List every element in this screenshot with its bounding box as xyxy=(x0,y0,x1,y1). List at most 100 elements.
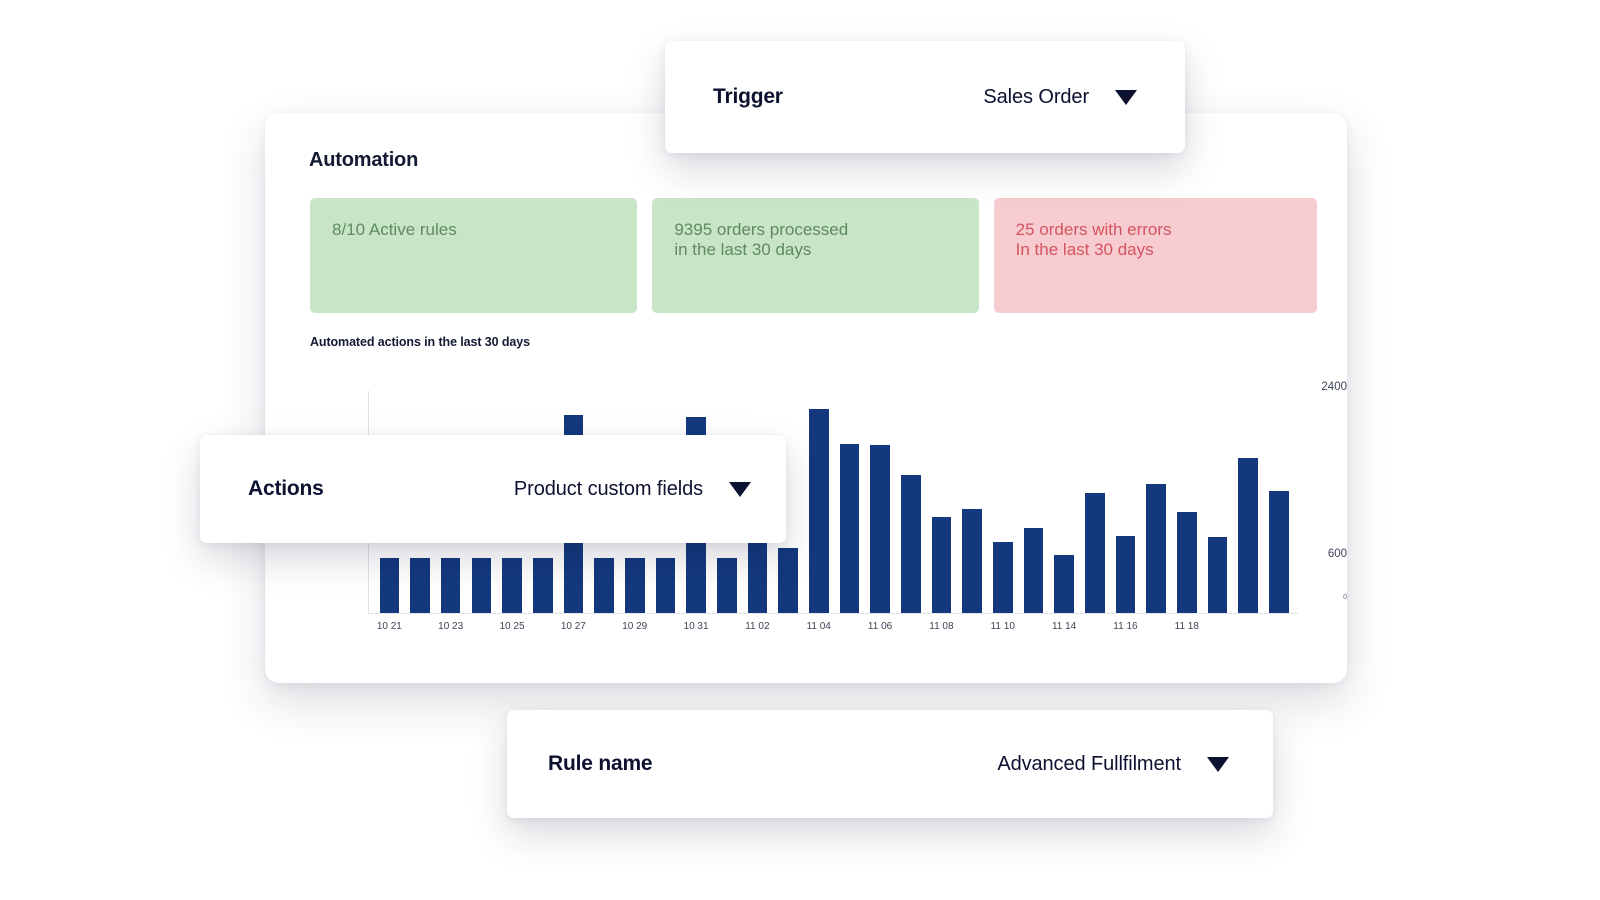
x-axis-tick-slot: 10 21 xyxy=(374,621,405,637)
bar xyxy=(655,558,676,613)
x-axis-tick-slot: 10 25 xyxy=(497,621,528,637)
x-axis-tick-slot xyxy=(1079,621,1110,637)
x-axis-tick-slot xyxy=(589,621,620,637)
bar-slot xyxy=(1263,391,1294,613)
y-axis-tick-0: 0 xyxy=(1343,594,1347,601)
x-axis-tick-label: 11 06 xyxy=(867,621,893,632)
x-axis-tick-slot xyxy=(1141,621,1172,637)
bar xyxy=(716,558,737,613)
automation-panel: Automation 8/10 Active rules 9395 orders… xyxy=(265,113,1347,683)
bar-slot xyxy=(1110,391,1141,613)
x-axis-tick-label: 11 04 xyxy=(806,621,831,632)
bar xyxy=(992,542,1013,613)
chevron-down-icon[interactable] xyxy=(1207,756,1229,772)
x-axis-tick-slot xyxy=(834,621,865,637)
bar xyxy=(1269,490,1289,613)
actions-select-card[interactable]: Actions Product custom fields xyxy=(200,435,786,543)
x-axis-tick-label: 11 18 xyxy=(1174,621,1199,632)
trigger-value-group[interactable]: Sales Order xyxy=(983,86,1137,109)
x-axis-tick-label: 10 21 xyxy=(376,621,402,632)
trigger-label: Trigger xyxy=(713,85,783,108)
x-axis-tick-slot: 11 10 xyxy=(987,621,1018,637)
bar xyxy=(440,557,461,613)
x-axis-tick-label: 10 31 xyxy=(683,621,709,632)
x-axis-tick-slot xyxy=(1263,621,1294,637)
screen-root: Automation 8/10 Active rules 9395 orders… xyxy=(0,0,1600,900)
actions-value-group[interactable]: Product custom fields xyxy=(514,478,751,501)
bar xyxy=(471,558,492,613)
rule-name-select-card[interactable]: Rule name Advanced Fullfilment xyxy=(507,710,1273,818)
x-axis-tick-label: 10 23 xyxy=(438,621,464,632)
bar xyxy=(778,548,798,613)
bar-slot xyxy=(1141,391,1172,613)
bar-slot xyxy=(803,391,834,613)
chart-caption: Automated actions in the last 30 days xyxy=(310,335,530,349)
bar xyxy=(1176,512,1197,613)
x-axis-tick-slot: 11 04 xyxy=(803,621,834,637)
rule-name-value-group[interactable]: Advanced Fullfilment xyxy=(997,753,1229,776)
bar xyxy=(1207,537,1228,613)
x-axis-tick-slot xyxy=(1233,621,1264,637)
bar-slot xyxy=(1171,391,1202,613)
bar xyxy=(379,558,400,613)
page-title: Automation xyxy=(309,149,419,171)
x-axis-tick-label: 10 25 xyxy=(499,621,525,632)
x-axis-tick-label: 10 27 xyxy=(560,621,586,632)
x-axis-tick-slot xyxy=(895,621,926,637)
x-axis-tick-label: 11 08 xyxy=(929,621,954,632)
bar xyxy=(870,444,890,613)
x-axis-tick-label: 10 29 xyxy=(622,621,648,632)
bar xyxy=(1146,484,1166,613)
bar xyxy=(900,474,921,613)
bar-slot xyxy=(926,391,957,613)
bar xyxy=(594,558,614,613)
status-tile-orders-processed: 9395 orders processed in the last 30 day… xyxy=(652,198,979,313)
x-axis-tick-slot xyxy=(466,621,497,637)
x-axis-tick-slot: 10 29 xyxy=(619,621,650,637)
x-axis-tick-slot: 11 14 xyxy=(1049,621,1080,637)
bar xyxy=(808,408,829,613)
x-axis-tick-label: 11 14 xyxy=(1051,621,1077,632)
x-axis-tick-slot xyxy=(711,621,742,637)
rule-name-value: Advanced Fullfilment xyxy=(997,752,1181,775)
x-axis-tick-slot xyxy=(1018,621,1049,637)
trigger-value: Sales Order xyxy=(983,85,1089,108)
bar-slot xyxy=(1018,391,1049,613)
x-axis-tick-label: 11 16 xyxy=(1113,621,1138,632)
x-axis-tick-label: 11 10 xyxy=(990,621,1015,632)
bar-slot xyxy=(865,391,896,613)
bar-slot xyxy=(1049,391,1080,613)
bar xyxy=(410,558,430,613)
status-tiles: 8/10 Active rules 9395 orders processed … xyxy=(310,198,1317,313)
trigger-select-card[interactable]: Trigger Sales Order xyxy=(665,41,1185,153)
x-axis-tick-slot xyxy=(957,621,988,637)
status-tile-orders-processed-text: 9395 orders processed in the last 30 day… xyxy=(674,220,849,259)
bar xyxy=(1084,493,1105,613)
status-tile-orders-errors-text: 25 orders with errors In the last 30 day… xyxy=(1015,220,1172,259)
x-axis-tick-slot: 11 18 xyxy=(1171,621,1202,637)
bar xyxy=(532,558,553,613)
bar xyxy=(502,557,522,613)
bar xyxy=(1054,554,1074,613)
x-axis-tick-slot xyxy=(1202,621,1233,637)
x-axis-tick-slot: 10 31 xyxy=(681,621,712,637)
chevron-down-icon[interactable] xyxy=(1115,89,1137,105)
x-axis-tick-slot: 11 16 xyxy=(1110,621,1141,637)
bar-slot xyxy=(1233,391,1264,613)
bar xyxy=(931,516,952,613)
actions-value: Product custom fields xyxy=(513,477,703,500)
status-tile-active-rules: 8/10 Active rules xyxy=(310,198,638,313)
bar xyxy=(1023,527,1044,613)
x-axis-tick-slot: 10 27 xyxy=(558,621,589,637)
chevron-down-icon[interactable] xyxy=(729,481,751,497)
x-axis-tick-slot xyxy=(650,621,681,637)
bar-slot xyxy=(987,391,1018,613)
x-axis-tick-slot xyxy=(527,621,558,637)
x-axis-tick-slot: 11 02 xyxy=(742,621,773,637)
status-tile-active-rules-text: 8/10 Active rules xyxy=(332,220,457,239)
x-axis-tick-slot: 11 08 xyxy=(926,621,957,637)
bar-slot xyxy=(1202,391,1233,613)
x-axis-tick-slot: 10 23 xyxy=(435,621,466,637)
bar xyxy=(624,557,645,613)
bar-slot xyxy=(834,391,865,613)
